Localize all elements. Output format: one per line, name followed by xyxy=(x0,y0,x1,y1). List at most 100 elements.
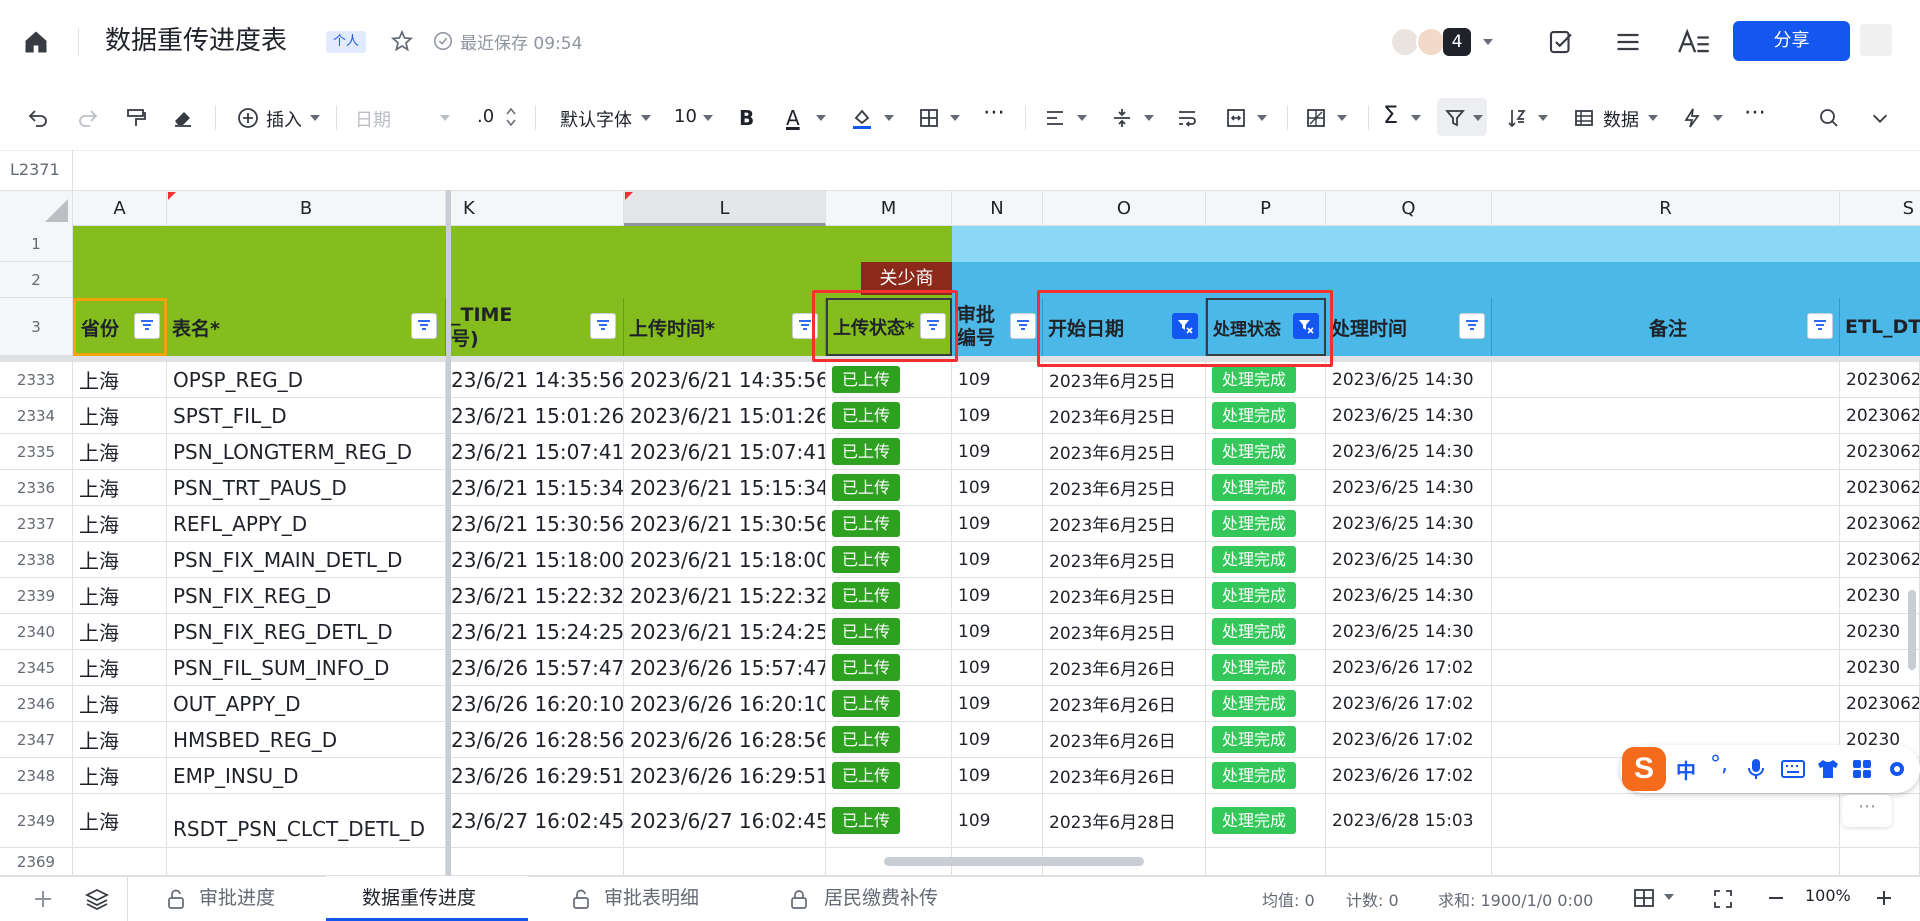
approval-number-cell[interactable]: 109 xyxy=(952,542,1043,578)
ime-punct-icon[interactable]: °, xyxy=(1710,752,1728,777)
time-cell[interactable]: 23/6/27 16:02:45 xyxy=(451,794,624,848)
process-time-cell[interactable]: 2023/6/25 14:30 xyxy=(1326,614,1492,650)
chevron-down-icon[interactable] xyxy=(1077,115,1087,121)
process-time-cell[interactable]: 2023/6/25 14:30 xyxy=(1326,542,1492,578)
start-date-cell[interactable]: 2023年6月25日 xyxy=(1043,542,1206,578)
share-button[interactable]: 分享 xyxy=(1733,21,1850,61)
time-cell[interactable]: 23/6/26 16:28:56 xyxy=(451,722,624,758)
time-cell[interactable]: 23/6/26 15:57:47 xyxy=(451,650,624,686)
column-header[interactable]: R xyxy=(1492,191,1840,226)
select-all-corner[interactable] xyxy=(0,191,73,226)
filter-button[interactable] xyxy=(590,313,616,339)
eraser-icon[interactable] xyxy=(169,104,197,132)
data-icon[interactable] xyxy=(1570,104,1598,132)
process-time-cell[interactable]: 2023/6/25 14:30 xyxy=(1326,470,1492,506)
province-cell[interactable]: 上海 xyxy=(73,362,167,398)
upload-time-cell[interactable]: 2023/6/21 14:35:56 xyxy=(624,362,826,398)
upload-status-cell[interactable]: 已上传 xyxy=(826,578,952,614)
process-time-cell[interactable]: 2023/6/26 17:02 xyxy=(1326,650,1492,686)
process-status-cell[interactable]: 处理完成 xyxy=(1206,362,1326,398)
start-date-cell[interactable]: 2023年6月25日 xyxy=(1043,470,1206,506)
table-name-cell[interactable]: OPSP_REG_D xyxy=(167,362,446,398)
column-header[interactable]: N xyxy=(952,191,1043,226)
start-date-cell[interactable]: 2023年6月25日 xyxy=(1043,398,1206,434)
table-name-cell[interactable]: PSN_FIX_REG_DETL_D xyxy=(167,614,446,650)
cell-reference[interactable]: L2371 xyxy=(0,150,73,190)
start-date-cell[interactable]: 2023年6月25日 xyxy=(1043,614,1206,650)
upload-status-cell[interactable]: 已上传 xyxy=(826,470,952,506)
sheet-tab[interactable]: 审批表明细 xyxy=(570,876,699,921)
column-header[interactable]: L xyxy=(624,191,826,226)
row-header[interactable]: 2337 xyxy=(0,506,73,542)
row-header[interactable]: 2369 xyxy=(0,848,73,876)
start-date-cell[interactable]: 2023年6月26日 xyxy=(1043,686,1206,722)
remark-cell[interactable] xyxy=(1492,362,1840,398)
remark-cell[interactable] xyxy=(1492,434,1840,470)
more-format-icon[interactable]: ⋯ xyxy=(983,100,1005,125)
time-cell[interactable]: 23/6/26 16:29:51 xyxy=(451,758,624,794)
row-header[interactable]: 2335 xyxy=(0,434,73,470)
province-cell[interactable]: 上海 xyxy=(73,794,167,848)
filter-button[interactable] xyxy=(1010,313,1036,339)
time-cell[interactable]: 23/6/21 15:01:26 xyxy=(451,398,624,434)
etl-cell[interactable]: 2023062 xyxy=(1840,434,1920,470)
keyboard-icon[interactable] xyxy=(1780,757,1806,781)
table-name-cell[interactable]: HMSBED_REG_D xyxy=(167,722,446,758)
upload-time-cell[interactable]: 2023/6/21 15:15:34 xyxy=(624,470,826,506)
upload-status-cell[interactable]: 已上传 xyxy=(826,542,952,578)
view-mode-icon[interactable] xyxy=(1632,886,1656,910)
sheet-tab[interactable]: 居民缴费补传 xyxy=(788,876,938,921)
province-cell[interactable]: 上海 xyxy=(73,758,167,794)
menu-icon[interactable] xyxy=(1610,24,1646,60)
more-icon[interactable]: ⋯ xyxy=(1744,100,1766,125)
upload-time-cell[interactable]: 2023/6/21 15:18:00 xyxy=(624,542,826,578)
row-header[interactable]: 2345 xyxy=(0,650,73,686)
row-header[interactable]: 2346 xyxy=(0,686,73,722)
remark-cell[interactable] xyxy=(1492,578,1840,614)
time-cell[interactable]: 23/6/21 15:15:34 xyxy=(451,470,624,506)
align-left-icon[interactable] xyxy=(1041,104,1069,132)
chevron-down-icon[interactable] xyxy=(1337,115,1347,121)
redo-icon[interactable] xyxy=(74,104,102,132)
empty-cell[interactable] xyxy=(1840,848,1920,876)
table-name-cell[interactable]: RSDT_PSN_CLCT_DETL_D xyxy=(167,794,446,848)
zoom-level[interactable]: 100% xyxy=(1805,886,1851,905)
skin-icon[interactable] xyxy=(1815,757,1841,781)
field-header-table-name[interactable]: 表名* xyxy=(167,298,446,356)
time-cell[interactable]: 23/6/21 15:07:41 xyxy=(451,434,624,470)
empty-cell[interactable] xyxy=(167,848,446,876)
microphone-icon[interactable] xyxy=(1745,756,1767,782)
fill-color-icon[interactable] xyxy=(848,104,876,132)
row-header[interactable]: 2333 xyxy=(0,362,73,398)
chevron-down-icon[interactable] xyxy=(884,115,894,121)
undo-icon[interactable] xyxy=(24,104,52,132)
user-avatar[interactable] xyxy=(1858,22,1894,58)
chevron-down-icon[interactable] xyxy=(1473,115,1483,121)
process-time-cell[interactable]: 2023/6/25 14:30 xyxy=(1326,578,1492,614)
upload-time-cell[interactable]: 2023/6/21 15:24:25 xyxy=(624,614,826,650)
filter-button[interactable] xyxy=(1807,313,1833,339)
text-format-icon[interactable] xyxy=(1674,24,1714,60)
approval-number-cell[interactable]: 109 xyxy=(952,434,1043,470)
conditional-format-icon[interactable] xyxy=(1302,104,1330,132)
stepper-icon[interactable] xyxy=(504,102,518,132)
field-header-remark[interactable]: 备注 xyxy=(1492,298,1840,356)
process-time-cell[interactable]: 2023/6/25 14:30 xyxy=(1326,362,1492,398)
upload-time-cell[interactable]: 2023/6/21 15:01:26 xyxy=(624,398,826,434)
table-name-cell[interactable]: PSN_FIX_MAIN_DETL_D xyxy=(167,542,446,578)
add-sheet-icon[interactable] xyxy=(30,886,56,912)
time-cell[interactable]: 23/6/21 14:35:56 xyxy=(451,362,624,398)
etl-cell[interactable]: 2023062 xyxy=(1840,542,1920,578)
time-cell[interactable]: 23/6/21 15:18:00 xyxy=(451,542,624,578)
upload-status-cell[interactable]: 已上传 xyxy=(826,434,952,470)
upload-status-cell[interactable]: 已上传 xyxy=(826,362,952,398)
insert-button[interactable]: 插入 xyxy=(266,106,302,132)
sheet-tab-active[interactable]: 数据重传进度 xyxy=(362,876,476,921)
empty-cell[interactable] xyxy=(1492,848,1840,876)
process-status-cell[interactable]: 处理完成 xyxy=(1206,434,1326,470)
sheets-list-icon[interactable] xyxy=(82,885,112,913)
chevron-down-icon[interactable] xyxy=(641,115,651,121)
column-header[interactable]: Q xyxy=(1326,191,1492,226)
process-status-cell[interactable]: 处理完成 xyxy=(1206,506,1326,542)
insert-icon[interactable] xyxy=(234,104,262,132)
